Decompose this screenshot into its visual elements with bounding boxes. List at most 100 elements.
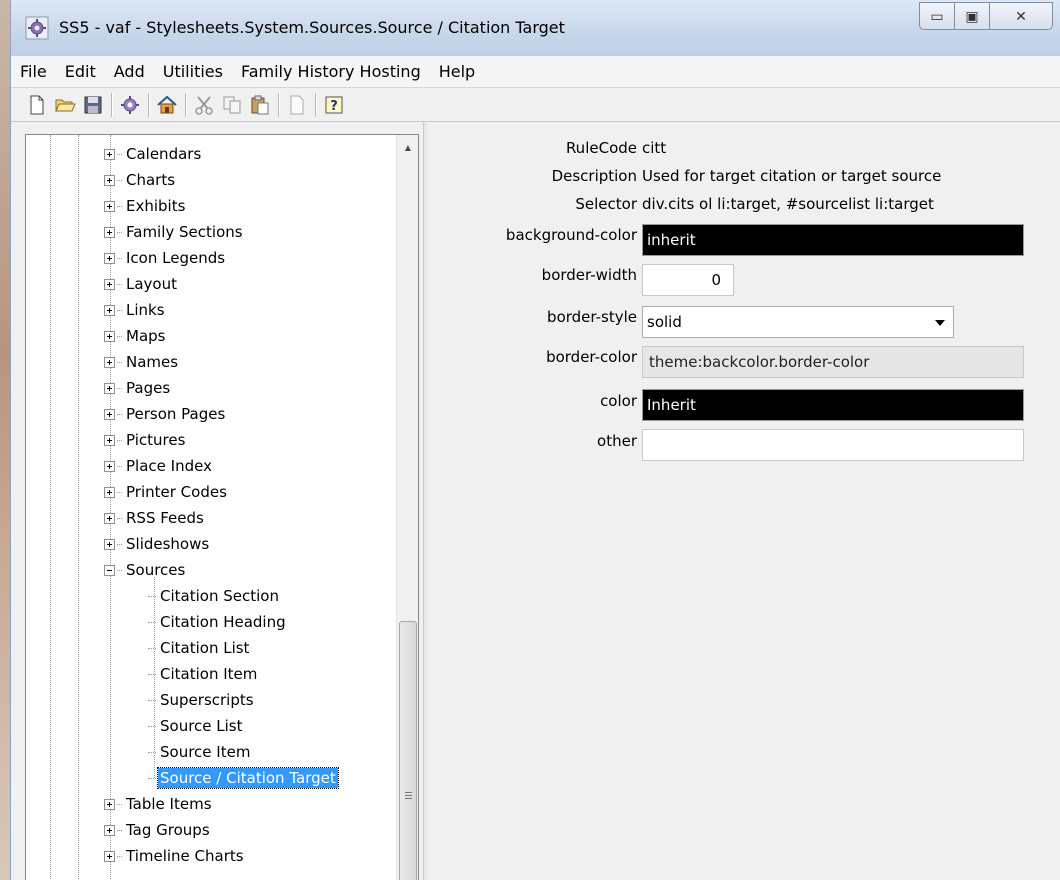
description-label: Description (551, 167, 637, 185)
tree-node-label-selected: Source / Citation Target (157, 767, 339, 789)
expand-plus-icon[interactable] (104, 148, 115, 160)
tree-node[interactable]: RSS Feeds (104, 505, 206, 531)
expand-plus-icon[interactable] (104, 798, 115, 810)
tree-node[interactable]: Exhibits (104, 193, 187, 219)
title-bar[interactable]: SS5 - vaf - Stylesheets.System.Sources.S… (11, 0, 1060, 56)
other-input[interactable] (642, 429, 1024, 461)
tree-node[interactable]: Pages (104, 375, 172, 401)
tree-node-label: Pictures (126, 431, 186, 449)
settings-button[interactable] (116, 91, 144, 119)
tree-node[interactable]: Source Item (148, 739, 252, 765)
help-icon: ? (325, 96, 343, 114)
expand-plus-icon[interactable] (104, 850, 115, 862)
border-style-select[interactable]: solid (642, 306, 954, 338)
tree-node[interactable]: Timeline Charts (104, 843, 246, 869)
color-value: Inherit (647, 396, 696, 414)
expand-plus-icon[interactable] (104, 278, 115, 290)
tree-node-label: Place Index (126, 457, 212, 475)
toolbar-separator (278, 92, 279, 117)
expand-plus-icon[interactable] (104, 460, 115, 472)
menu-help[interactable]: Help (430, 59, 484, 85)
selector-label: Selector (575, 195, 637, 213)
expand-plus-icon[interactable] (104, 330, 115, 342)
panel-splitter[interactable] (423, 122, 427, 880)
tree-node[interactable]: Layout (104, 271, 179, 297)
tree-node[interactable]: Slideshows (104, 531, 211, 557)
tree-node-label: Layout (126, 275, 177, 293)
blank-page-button[interactable] (283, 91, 311, 119)
tree-node-label: Charts (126, 171, 176, 189)
close-icon: ✕ (1015, 7, 1027, 24)
scroll-up-button[interactable]: ▲ (397, 135, 418, 161)
collapse-minus-icon[interactable] (104, 564, 115, 576)
menu-add[interactable]: Add (105, 59, 154, 85)
tree-node-label: Calendars (126, 145, 202, 163)
expand-plus-icon[interactable] (104, 356, 115, 368)
tree-node[interactable]: Superscripts (148, 687, 256, 713)
tree-node[interactable]: Place Index (104, 453, 214, 479)
scroll-thumb[interactable] (399, 621, 417, 880)
tree-node[interactable]: Charts (104, 167, 177, 193)
expand-plus-icon[interactable] (104, 304, 115, 316)
tree-node[interactable]: Family Sections (104, 219, 245, 245)
expand-plus-icon[interactable] (104, 252, 115, 264)
tree-connector-line (117, 205, 122, 207)
tree-node[interactable]: Names (104, 349, 180, 375)
stylesheet-tree[interactable]: Calendars Charts Exhibits Family Sections Ic… (25, 134, 419, 880)
tree-node[interactable]: Icon Legends (104, 245, 227, 271)
save-button[interactable] (79, 91, 107, 119)
tree-node[interactable]: Person Pages (104, 401, 227, 427)
toolbar-separator (315, 92, 316, 117)
tree-node[interactable]: Pictures (104, 427, 187, 453)
open-button[interactable] (51, 91, 79, 119)
tree-node[interactable]: Sources (104, 557, 187, 583)
new-file-icon (30, 95, 44, 114)
tree-node[interactable]: Links (104, 297, 167, 323)
expand-plus-icon[interactable] (104, 512, 115, 524)
border-color-field[interactable]: theme:backcolor.border-color (642, 346, 1024, 378)
close-button[interactable]: ✕ (989, 2, 1053, 30)
menu-utilities[interactable]: Utilities (154, 59, 232, 85)
expand-plus-icon[interactable] (104, 408, 115, 420)
paste-button[interactable] (246, 91, 274, 119)
menu-file[interactable]: File (11, 59, 56, 85)
tree-node[interactable]: Citation List (148, 635, 251, 661)
menu-family-history-hosting[interactable]: Family History Hosting (232, 59, 430, 85)
expand-plus-icon[interactable] (104, 824, 115, 836)
copy-button[interactable] (218, 91, 246, 119)
expand-plus-icon[interactable] (104, 434, 115, 446)
tree-connector-line (117, 569, 122, 571)
tree-scrollbar[interactable]: ▲ (396, 135, 418, 880)
tree-node[interactable]: Citation Heading (148, 609, 288, 635)
help-button[interactable]: ? (320, 91, 348, 119)
expand-plus-icon[interactable] (104, 538, 115, 550)
border-width-input[interactable]: 0 (642, 264, 734, 296)
cut-button[interactable] (190, 91, 218, 119)
desktop-background (0, 0, 10, 880)
home-icon (157, 95, 177, 113)
tree-node[interactable]: Citation Item (148, 661, 259, 687)
tree-node[interactable]: Printer Codes (104, 479, 229, 505)
menu-edit[interactable]: Edit (56, 59, 105, 85)
minimize-button[interactable]: ▭ (919, 2, 955, 30)
other-label: other (597, 432, 637, 450)
expand-plus-icon[interactable] (104, 382, 115, 394)
tree-node[interactable]: Citation Section (148, 583, 281, 609)
new-button[interactable] (23, 91, 51, 119)
maximize-button[interactable]: ▣ (954, 2, 990, 30)
expand-plus-icon[interactable] (104, 226, 115, 238)
tree-node[interactable]: Source / Citation Target (148, 765, 339, 791)
tree-node[interactable]: Maps (104, 323, 167, 349)
tree-node[interactable]: Calendars (104, 141, 203, 167)
tree-node[interactable]: Table Items (104, 791, 214, 817)
color-field[interactable]: Inherit (642, 389, 1024, 421)
tree-node-label: Citation Heading (160, 613, 286, 631)
expand-plus-icon[interactable] (104, 200, 115, 212)
tree-node[interactable]: Tag Groups (104, 817, 212, 843)
background-color-field[interactable]: inherit (642, 224, 1024, 256)
tree-node[interactable]: Source List (148, 713, 245, 739)
border-style-value: solid (647, 313, 682, 331)
home-button[interactable] (153, 91, 181, 119)
expand-plus-icon[interactable] (104, 486, 115, 498)
expand-plus-icon[interactable] (104, 174, 115, 186)
